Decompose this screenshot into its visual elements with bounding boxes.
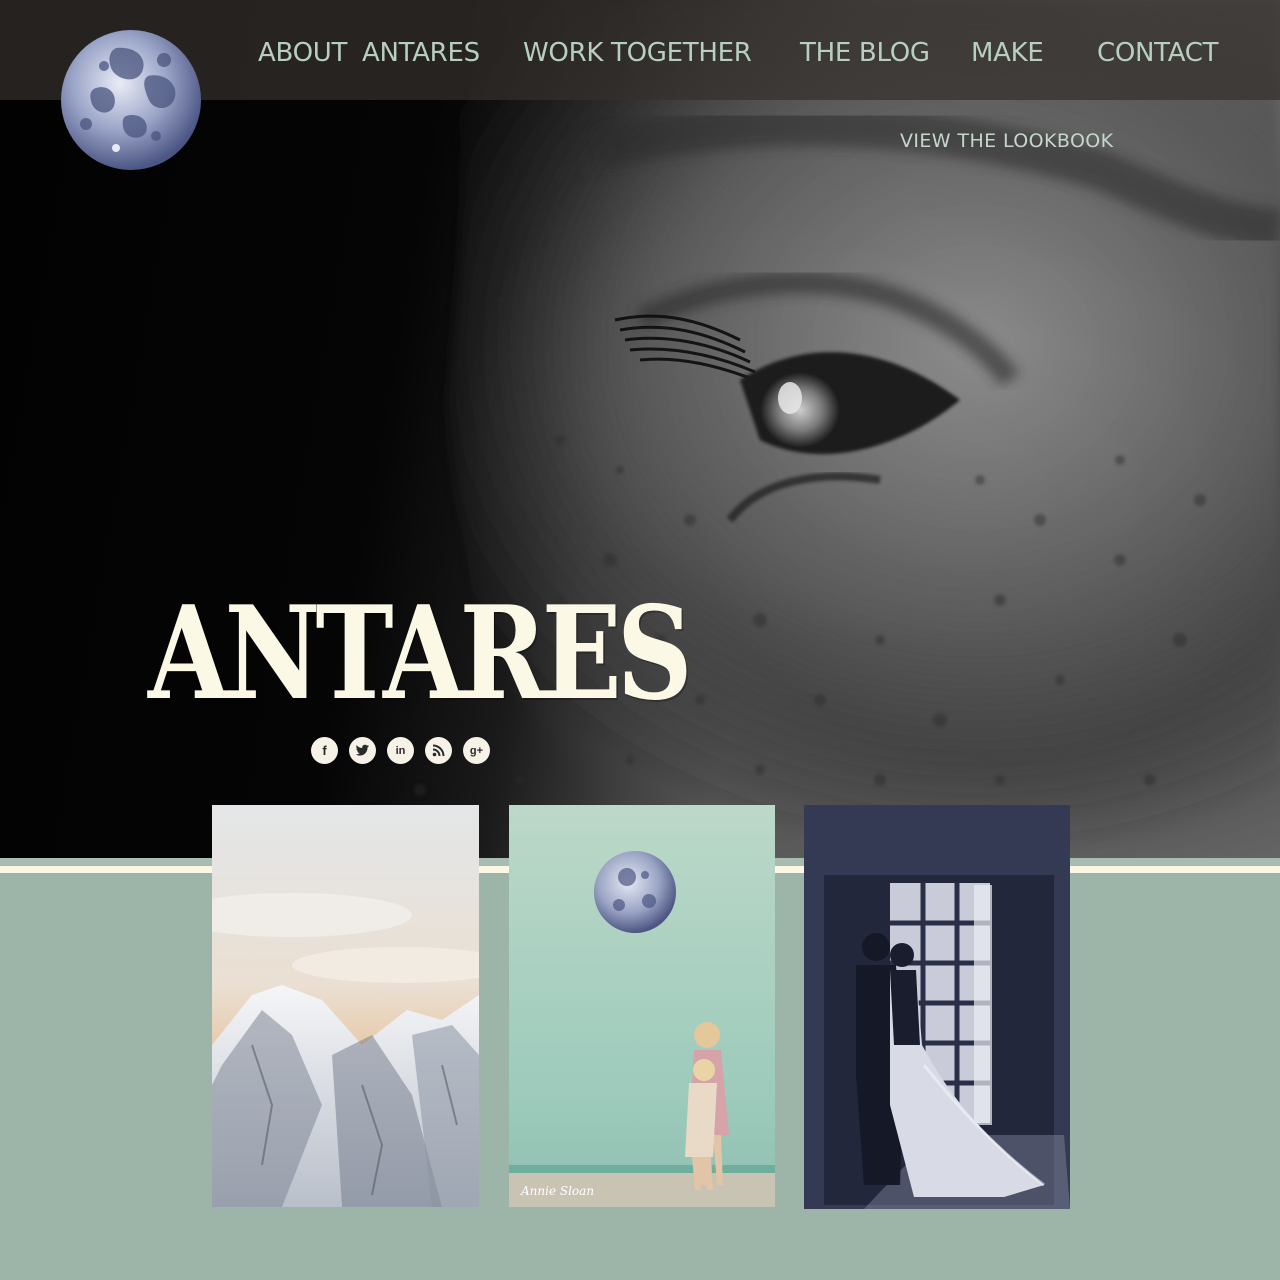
googleplus-icon[interactable]: g+ [463,737,490,764]
social-links: f in g+ [311,737,490,764]
nav-contact[interactable]: CONTACT [1097,36,1219,70]
twitter-icon[interactable] [349,737,376,764]
gallery-card-children[interactable]: Annie Sloan [509,805,775,1207]
brand-title: ANTARES [148,579,693,729]
photographer-signature: Annie Sloan [520,1184,594,1198]
facebook-icon[interactable]: f [311,737,338,764]
gallery-card-couple[interactable] [804,805,1070,1209]
linkedin-icon[interactable]: in [387,737,414,764]
nav-make[interactable]: MAKE [971,36,1044,70]
nav-about[interactable]: ABOUT [258,36,347,70]
nav-work-together[interactable]: WORK TOGETHER [523,36,752,70]
children-photo: Annie Sloan [509,805,775,1207]
nav-the-blog[interactable]: THE BLOG [800,36,930,70]
mountains-photo [212,805,479,1207]
moon-logo[interactable] [56,28,206,174]
rss-icon[interactable] [425,737,452,764]
view-lookbook-link[interactable]: VIEW THE LOOKBOOK [900,128,1114,154]
gallery-card-mountains[interactable] [212,805,479,1207]
couple-photo [804,805,1070,1209]
nav-antares[interactable]: ANTARES [362,36,480,70]
